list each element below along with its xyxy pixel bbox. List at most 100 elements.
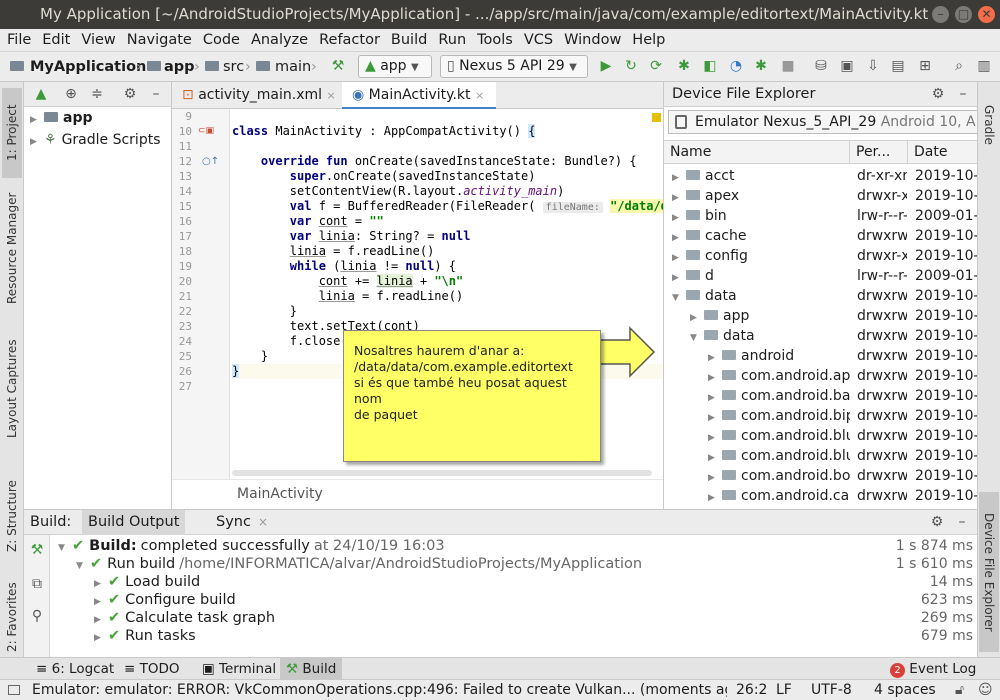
chevron-right-icon[interactable]: ▶ <box>708 388 718 408</box>
chevron-right-icon[interactable]: ▶ <box>672 248 682 268</box>
indent-setting[interactable]: 4 spaces <box>874 680 936 700</box>
debug-icon[interactable]: ✱ <box>675 57 693 75</box>
caret-position[interactable]: 26:2 <box>736 680 767 700</box>
chevron-right-icon[interactable]: ▶ <box>708 488 718 508</box>
menu-analyze[interactable]: Analyze <box>247 29 312 51</box>
chevron-right-icon[interactable]: ▶ <box>708 448 718 468</box>
apply-changes-icon[interactable]: ↻ <box>622 57 640 75</box>
breadcrumb-main[interactable]: main <box>275 59 311 75</box>
menu-file[interactable]: File <box>3 29 35 51</box>
file-row[interactable]: ▶ com.android.call drwxrwx 2019-10-2 <box>664 486 977 506</box>
chevron-down-icon[interactable]: ▼ <box>690 328 700 348</box>
file-row[interactable]: ▶ apex drwxr-x 2019-10-2 <box>664 186 977 206</box>
file-row[interactable]: ▶ com.android.blu drwxrwx 2019-10-2 <box>664 426 977 446</box>
tab-build-output[interactable]: Build Output <box>82 510 186 535</box>
close-icon[interactable]: ✕ <box>978 6 995 23</box>
breadcrumb-class[interactable]: MainActivity <box>237 486 323 502</box>
file-row[interactable]: ▶ d lrw-r--r- 2009-01-0 <box>664 266 977 286</box>
breadcrumb-project[interactable]: MyApplication <box>30 59 146 75</box>
chevron-right-icon[interactable]: ▶ <box>672 188 682 208</box>
tab-todo[interactable]: ≡ TODO <box>118 658 186 680</box>
menu-refactor[interactable]: Refactor <box>315 29 384 51</box>
chevron-down-icon[interactable]: ▼ <box>58 539 68 557</box>
tree-item-gradle-scripts[interactable]: ▶ ⚘ Gradle Scripts <box>30 132 161 148</box>
breadcrumb-app[interactable]: app <box>164 59 195 75</box>
gear-icon[interactable]: ⚙ <box>121 85 139 103</box>
horizontal-scrollbar[interactable] <box>232 470 652 476</box>
run-config-select[interactable]: ▲ app ▼ <box>358 55 432 78</box>
menu-view[interactable]: View <box>77 29 119 51</box>
device-manager-icon[interactable]: ⊞ <box>916 57 934 75</box>
minimize-icon[interactable]: – <box>932 6 949 23</box>
chevron-right-icon[interactable]: ▶ <box>708 428 718 448</box>
tab-gradle[interactable]: Gradle <box>979 90 999 160</box>
chevron-down-icon[interactable]: ▼ <box>672 288 682 308</box>
tab-terminal[interactable]: ▣ Terminal <box>196 658 282 680</box>
chevron-right-icon[interactable]: ▶ <box>708 368 718 388</box>
file-row[interactable]: ▶ config drwxr-x 2019-10-2 <box>664 246 977 266</box>
pin-icon[interactable]: ⚲ <box>28 607 46 625</box>
toggle-tool-windows-icon[interactable] <box>8 685 20 695</box>
chevron-right-icon[interactable]: ▶ <box>672 228 682 248</box>
hammer-icon[interactable]: ⚒ <box>329 57 347 75</box>
apply-code-changes-icon[interactable]: ⟳ <box>647 57 665 75</box>
menu-run[interactable]: Run <box>434 29 470 51</box>
breadcrumb-src[interactable]: src <box>223 59 244 75</box>
implements-marker-icon[interactable]: ○↑ <box>202 156 219 167</box>
build-row[interactable]: ▼ ✔ Build: completed successfully at 24/10/1… <box>58 537 445 555</box>
editor-breadcrumb[interactable]: MainActivity <box>172 479 663 509</box>
vcs-icon[interactable]: ▥ <box>975 57 993 75</box>
tab-device-file-explorer[interactable]: Device File Explorer <box>979 492 999 652</box>
analysis-status-icon[interactable] <box>652 113 661 122</box>
close-icon[interactable]: × <box>475 89 484 102</box>
event-log-button[interactable]: 2 Event Log <box>884 658 982 680</box>
tab-project[interactable]: 1: Project <box>2 88 22 178</box>
build-row[interactable]: ▶ ✔ Load build <box>94 573 200 591</box>
menu-tools[interactable]: Tools <box>473 29 517 51</box>
tab-mainactivity-kt[interactable]: ◉ MainActivity.kt × <box>342 82 496 109</box>
hide-icon[interactable]: – <box>147 85 165 103</box>
menu-navigate[interactable]: Navigate <box>123 29 196 51</box>
tab-logcat[interactable]: ≡ 6: Logcat <box>30 658 120 680</box>
chevron-down-icon[interactable]: ▼ <box>76 557 86 575</box>
column-permissions[interactable]: Per... <box>850 141 908 163</box>
file-row[interactable]: ▶ acct dr-xr-xr 2019-10-2 <box>664 166 977 186</box>
hide-icon[interactable]: – <box>954 85 972 103</box>
status-message[interactable]: Emulator: emulator: ERROR: VkCommonOpera… <box>32 680 727 700</box>
close-icon[interactable]: × <box>258 515 268 529</box>
avd-manager-icon[interactable]: ▣ <box>838 57 856 75</box>
file-row[interactable]: ▶ com.android.blu drwxrwx 2019-10-2 <box>664 446 977 466</box>
profile-icon[interactable]: ◔ <box>727 57 745 75</box>
chevron-right-icon[interactable]: ▶ <box>708 468 718 488</box>
tab-favorites[interactable]: 2: Favorites <box>2 582 22 652</box>
tab-resource-manager[interactable]: Resource Manager <box>2 186 22 311</box>
close-icon[interactable]: × <box>327 89 336 102</box>
gear-icon[interactable]: ⚙ <box>928 513 946 531</box>
tab-sync[interactable]: Sync <box>210 510 257 535</box>
file-row[interactable]: ▶ android drwxrwx 2019-10-2 <box>664 346 977 366</box>
stop-icon[interactable]: ■ <box>779 57 797 75</box>
chevron-right-icon[interactable]: ▶ <box>672 268 682 288</box>
file-encoding[interactable]: UTF-8 <box>811 680 852 700</box>
build-row[interactable]: ▶ ✔ Configure build <box>94 591 236 609</box>
build-row[interactable]: ▼ ✔ Run build/home/INFORMATICA/alvar/Andro… <box>76 555 642 573</box>
menu-help[interactable]: Help <box>628 29 669 51</box>
file-row[interactable]: ▶ cache drwxrwx 2019-10-2 <box>664 226 977 246</box>
attach-debugger-icon[interactable]: ✱ <box>752 57 770 75</box>
chevron-right-icon[interactable]: ▶ <box>672 208 682 228</box>
tab-build[interactable]: ⚒ Build <box>280 658 343 680</box>
tree-item-app[interactable]: ▶ app <box>30 110 93 126</box>
tab-layout-captures[interactable]: Layout Captures <box>2 334 22 444</box>
inspector-icon[interactable]: ☺︎ <box>978 680 993 700</box>
menu-code[interactable]: Code <box>199 29 244 51</box>
maximize-icon[interactable]: □ <box>955 6 972 23</box>
build-row[interactable]: ▶ ✔ Run tasks <box>94 627 196 645</box>
chevron-right-icon[interactable]: ▶ <box>94 629 104 647</box>
lock-icon[interactable]: 🔓︎ <box>955 680 964 700</box>
locate-icon[interactable]: ⊕ <box>62 85 80 103</box>
search-icon[interactable]: ⌕ <box>950 57 968 75</box>
build-row[interactable]: ▶ ✔ Calculate task graph <box>94 609 275 627</box>
menu-window[interactable]: Window <box>560 29 625 51</box>
tab-activity-main-xml[interactable]: ⊡ activity_main.xml × <box>172 82 340 109</box>
gear-icon[interactable]: ⚙ <box>929 85 947 103</box>
